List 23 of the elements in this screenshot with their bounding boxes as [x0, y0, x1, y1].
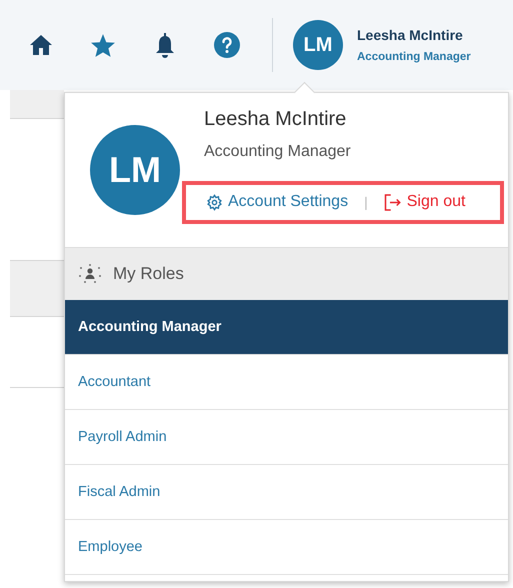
profile-avatar: LM	[90, 125, 180, 215]
roles-heading: My Roles	[113, 264, 184, 284]
user-role: Accounting Manager	[357, 51, 471, 63]
help-button[interactable]	[212, 30, 242, 60]
gear-icon	[206, 194, 223, 210]
role-item[interactable]: Accounting Manager	[65, 300, 508, 355]
help-icon	[214, 32, 240, 58]
star-icon	[90, 32, 116, 58]
profile-role: Accounting Manager	[204, 143, 352, 161]
sign-out-icon	[384, 194, 402, 210]
home-icon	[29, 34, 53, 56]
user-avatar[interactable]: LM	[293, 20, 343, 70]
role-item[interactable]: Payroll Admin	[65, 410, 508, 465]
sign-out-link[interactable]: Sign out	[384, 193, 466, 211]
role-item[interactable]: Fiscal Admin	[65, 465, 508, 520]
people-icon	[79, 264, 101, 284]
account-settings-link[interactable]: Account Settings	[206, 193, 348, 211]
user-name: Leesha McIntire	[357, 27, 464, 43]
bell-icon	[155, 32, 175, 58]
link-separator: |	[364, 194, 368, 210]
role-item[interactable]: Employee	[65, 520, 508, 575]
profile-name: Leesha McIntire	[204, 108, 348, 131]
role-item[interactable]: Accountant	[65, 355, 508, 410]
